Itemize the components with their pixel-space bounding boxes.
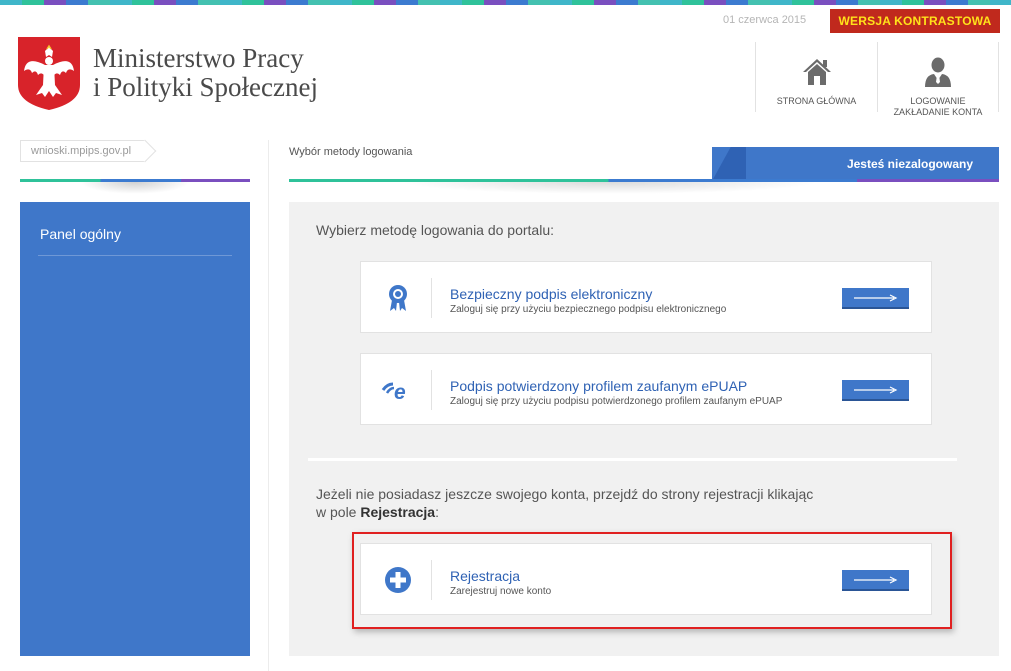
user-icon: [922, 56, 954, 88]
sidebar-panel: Panel ogólny: [20, 202, 250, 656]
certificate-badge-icon: [381, 283, 415, 313]
sidebar-item-panel-ogolny[interactable]: Panel ogólny: [40, 226, 121, 242]
ministry-name[interactable]: Ministerstwo Pracy i Polityki Społecznej: [93, 44, 318, 102]
eagle-emblem-logo[interactable]: [18, 37, 80, 110]
ministry-name-line1: Ministerstwo Pracy: [93, 43, 304, 73]
secure-signature-go-button[interactable]: [842, 288, 909, 309]
option-separator: [431, 370, 432, 410]
login-method-intro: Wybierz metodę logowania do portalu:: [316, 222, 555, 238]
arrow-right-icon: [853, 385, 897, 394]
option-title: Podpis potwierdzony profilem zaufanym eP…: [450, 378, 748, 394]
ministry-name-line2: i Polityki Społecznej: [93, 72, 318, 102]
option-secure-signature[interactable]: Bezpieczny podpis elektroniczny Zaloguj …: [360, 261, 932, 333]
current-date: 01 czerwca 2015: [723, 14, 807, 26]
nav-login[interactable]: LOGOWANIE ZAKŁADANIE KONTA: [877, 42, 999, 117]
column-divider: [268, 140, 269, 671]
svg-text:e: e: [394, 381, 406, 402]
option-subtitle: Zaloguj się przy użyciu bezpiecznego pod…: [450, 304, 727, 315]
nav-home[interactable]: STRONA GŁÓWNA: [755, 42, 877, 112]
home-icon: [801, 56, 833, 88]
content-shadow: [400, 182, 820, 194]
top-nav: STRONA GŁÓWNA LOGOWANIE ZAKŁADANIE KONTA: [755, 42, 999, 117]
registration-info-colon: :: [435, 504, 439, 520]
registration-info-line1: Jeżeli nie posiadasz jeszcze swojego kon…: [316, 486, 814, 502]
sidebar-shadow: [80, 182, 190, 194]
nav-home-label-text: STRONA GŁÓWNA: [776, 96, 857, 106]
registration-info-text: Jeżeli nie posiadasz jeszcze swojego kon…: [316, 485, 876, 521]
nav-home-label: STRONA GŁÓWNA: [777, 96, 857, 107]
sidebar-divider: [38, 255, 232, 256]
section-divider: [308, 458, 957, 461]
registration-info-line2: w pole: [316, 504, 361, 520]
nav-login-label-line2: ZAKŁADANIE KONTA: [893, 107, 983, 117]
page-breadcrumb: Wybór metody logowania: [289, 146, 413, 158]
option-epuap-signature[interactable]: e Podpis potwierdzony profilem zaufanym …: [360, 353, 932, 425]
registration-highlight-frame: [352, 532, 952, 629]
page: Ministerstwo Pracy i Polityki Społecznej…: [0, 0, 1011, 671]
option-subtitle: Zaloguj się przy użyciu podpisu potwierd…: [450, 396, 783, 407]
contrast-version-button[interactable]: WERSJA KONTRASTOWA: [830, 9, 1000, 33]
domain-breadcrumb[interactable]: wnioski.mpips.gov.pl: [20, 140, 146, 162]
login-status-text: Jesteś niezalogowany: [846, 157, 973, 171]
epuap-icon: e: [381, 375, 415, 405]
login-status-badge: Jesteś niezalogowany: [712, 147, 999, 181]
registration-info-bold: Rejestracja: [360, 504, 436, 520]
top-color-stripe: [0, 0, 1011, 5]
option-title: Bezpieczny podpis elektroniczny: [450, 286, 653, 302]
epuap-go-button[interactable]: [842, 380, 909, 401]
nav-login-label-line1: LOGOWANIE: [910, 96, 966, 106]
option-separator: [431, 278, 432, 318]
arrow-right-icon: [853, 293, 897, 302]
nav-login-label: LOGOWANIE ZAKŁADANIE KONTA: [894, 96, 983, 118]
